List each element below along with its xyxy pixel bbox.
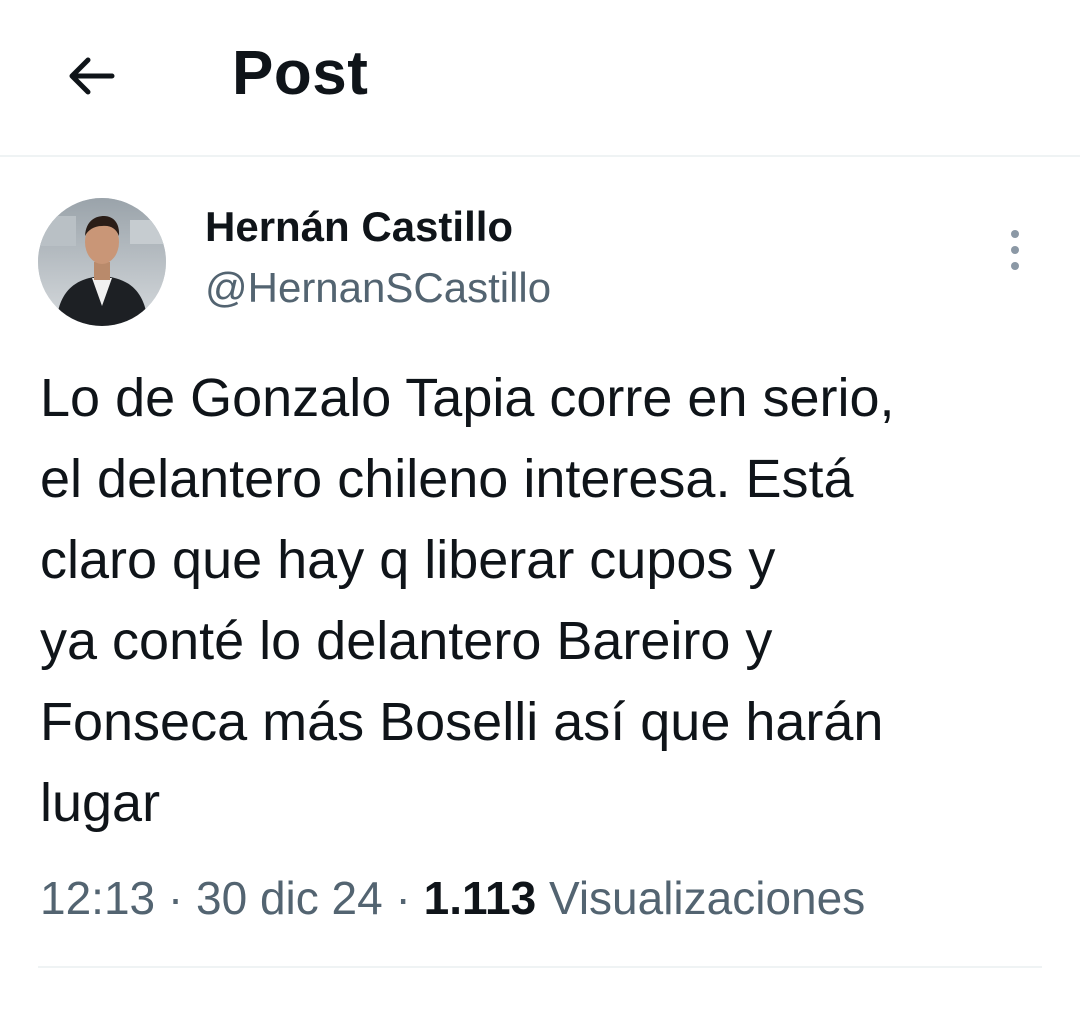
post-text: Lo de Gonzalo Tapia corre en serio, el d… xyxy=(40,358,1050,844)
views-label: Visualizaciones xyxy=(548,872,866,924)
post-text-line: Lo de Gonzalo Tapia corre en serio, xyxy=(40,368,895,428)
avatar[interactable] xyxy=(38,198,166,326)
post-time[interactable]: 12:13 xyxy=(40,872,155,924)
post-text-line: ya conté lo delantero Bareiro y xyxy=(40,611,773,671)
post-text-line: lugar xyxy=(40,773,161,833)
author-handle[interactable]: @HernanSCastillo xyxy=(205,262,551,314)
post: Hernán Castillo @HernanSCastillo Lo de G… xyxy=(0,158,1080,1015)
views-count: 1.113 xyxy=(423,872,537,924)
more-options-button[interactable] xyxy=(995,226,1035,274)
post-meta: 12:13 · 30 dic 24 · 1.113 Visualizacione… xyxy=(40,868,865,928)
more-vertical-icon xyxy=(1011,230,1019,238)
arrow-left-icon xyxy=(69,57,115,95)
post-text-line: el delantero chileno interesa. Está xyxy=(40,449,854,509)
more-vertical-icon-dot xyxy=(1011,262,1019,270)
meta-separator: · xyxy=(155,872,197,924)
post-date[interactable]: 30 dic 24 xyxy=(196,872,383,924)
page-title: Post xyxy=(232,39,369,108)
profile-photo xyxy=(38,198,166,326)
author-name[interactable]: Hernán Castillo xyxy=(205,201,513,253)
post-text-line: Fonseca más Boselli así que harán xyxy=(40,692,884,752)
back-button[interactable] xyxy=(50,36,130,116)
meta-separator: · xyxy=(382,872,424,924)
divider xyxy=(38,966,1042,968)
more-vertical-icon-dot xyxy=(1011,246,1019,254)
top-bar: Post xyxy=(0,0,1080,157)
post-text-line: claro que hay q liberar cupos y xyxy=(40,530,776,590)
